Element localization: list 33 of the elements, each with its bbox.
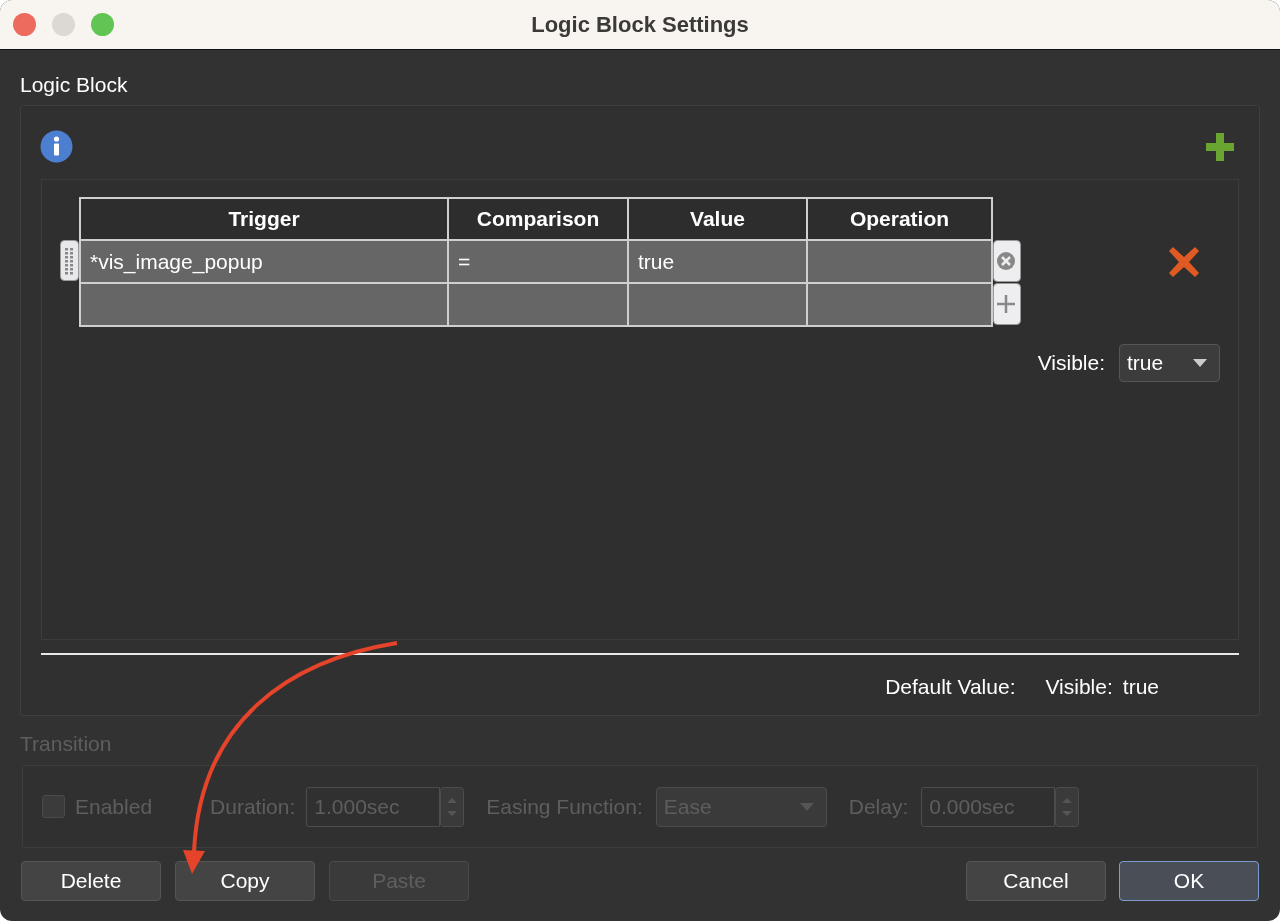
table-cell[interactable]: [808, 284, 993, 327]
table-cell[interactable]: [449, 284, 629, 327]
remove-row-icon[interactable]: [993, 239, 1021, 282]
default-value: true: [1122, 674, 1159, 700]
visible-dropdown[interactable]: true: [1119, 344, 1220, 382]
zoom-button[interactable]: [91, 13, 114, 36]
info-icon[interactable]: [40, 130, 73, 163]
visible-label: Visible:: [1037, 350, 1105, 377]
dialog-button[interactable]: Copy: [175, 861, 315, 901]
dialog-button[interactable]: Delete: [21, 861, 161, 901]
column-header: Comparison: [449, 199, 629, 241]
table-cell[interactable]: [629, 284, 808, 327]
delete-icon[interactable]: [1169, 247, 1199, 277]
default-value-label: Default Value:: [885, 674, 1016, 700]
drag-handle-icon[interactable]: [60, 240, 79, 281]
window-title: Logic Block Settings: [531, 11, 749, 39]
table-cell[interactable]: [808, 241, 993, 284]
table-cell[interactable]: [81, 284, 449, 327]
column-header: Operation: [808, 199, 993, 241]
add-icon[interactable]: [1205, 131, 1235, 162]
column-header: Trigger: [81, 199, 449, 241]
close-button[interactable]: [13, 13, 36, 36]
default-property: Visible:: [1045, 674, 1113, 700]
table-cell[interactable]: *vis_image_popup: [81, 241, 449, 284]
ok-button[interactable]: OK: [1119, 861, 1259, 901]
dialog-button[interactable]: Cancel: [966, 861, 1106, 901]
caret-icon: [799, 802, 814, 811]
section-label: Logic Block: [20, 73, 128, 97]
table-cell[interactable]: true: [629, 241, 808, 284]
caret-icon: [1193, 359, 1207, 367]
column-header: Value: [629, 199, 808, 241]
table-cell[interactable]: =: [449, 241, 629, 284]
add-row-icon[interactable]: [993, 282, 1021, 325]
